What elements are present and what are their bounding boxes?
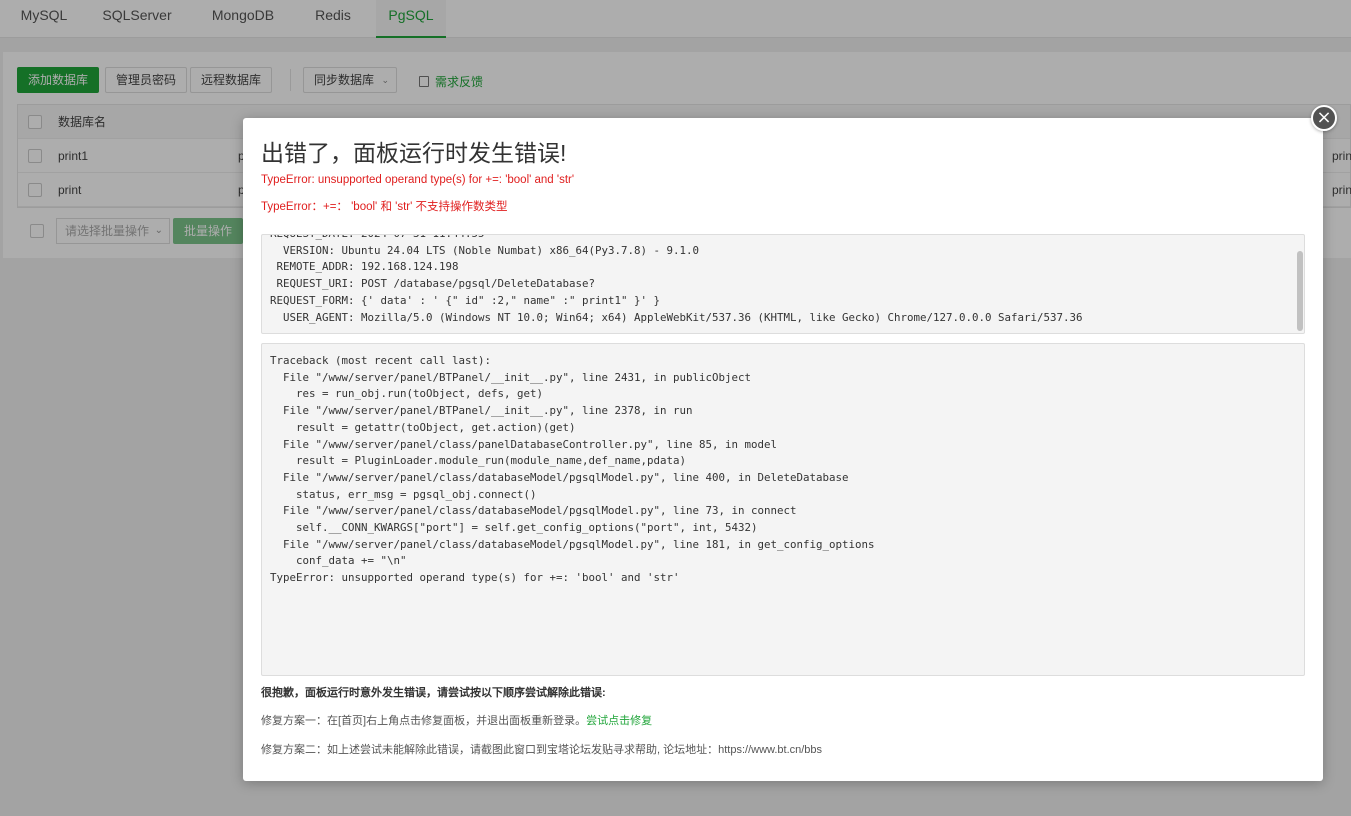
traceback-line: result = getattr(toObject, get.action)(g… xyxy=(270,420,576,434)
traceback-line: res = run_obj.run(toObject, defs, get) xyxy=(270,387,544,401)
error-message-en: TypeError: unsupported operand type(s) f… xyxy=(261,174,575,186)
error-dialog: 出错了，面板运行时发生错误! TypeError: unsupported op… xyxy=(243,118,1323,781)
traceback-line: self.__CONN_KWARGS["port"] = self.get_co… xyxy=(270,521,758,535)
traceback-box[interactable]: Traceback (most recent call last): File … xyxy=(261,343,1305,676)
traceback-line: Traceback (most recent call last): xyxy=(270,354,492,367)
close-icon[interactable]: × xyxy=(1311,105,1337,131)
traceback-line: result = PluginLoader.module_run(module_… xyxy=(270,454,687,468)
traceback-line: File "/www/server/panel/class/panelDatab… xyxy=(270,437,778,451)
fix-option-one: 修复方案一：在[首页]右上角点击修复面板，并退出面板重新登录。尝试点击修复 xyxy=(261,712,652,728)
request-info-line: USER_AGENT: Mozilla/5.0 (Windows NT 10.0… xyxy=(270,310,1083,324)
request-info-line: REQUEST_URI: POST /database/pgsql/Delete… xyxy=(270,277,596,291)
traceback-line: File "/www/server/panel/BTPanel/__init__… xyxy=(270,404,693,418)
request-info-text: REQUEST_DATE: 2024-07-31 11:44:55 VERSIO… xyxy=(270,235,1083,326)
traceback-line: File "/www/server/panel/class/databaseMo… xyxy=(270,504,797,518)
repair-link[interactable]: 尝试点击修复 xyxy=(586,715,652,727)
traceback-line: status, err_msg = pgsql_obj.connect() xyxy=(270,487,537,501)
request-info-box[interactable]: REQUEST_DATE: 2024-07-31 11:44:55 VERSIO… xyxy=(261,234,1305,334)
request-info-line: REQUEST_DATE: 2024-07-31 11:44:55 xyxy=(270,235,1083,243)
scrollbar-thumb[interactable] xyxy=(1297,251,1303,331)
traceback-line: TypeError: unsupported operand type(s) f… xyxy=(270,571,680,585)
traceback-line: File "/www/server/panel/class/databaseMo… xyxy=(270,537,875,551)
traceback-line: File "/www/server/panel/BTPanel/__init__… xyxy=(270,370,752,384)
error-message-cn: TypeError：+=： 'bool' 和 'str' 不支持操作数类型 xyxy=(261,201,508,213)
help-heading: 很抱歉，面板运行时意外发生错误，请尝试按以下顺序尝试解除此错误: xyxy=(261,687,606,699)
dialog-title: 出错了，面板运行时发生错误! xyxy=(261,140,567,166)
traceback-line: File "/www/server/panel/class/databaseMo… xyxy=(270,470,849,484)
request-info-line: VERSION: Ubuntu 24.04 LTS (Noble Numbat)… xyxy=(270,243,700,257)
request-info-line: REQUEST_FORM: {' data' : ' {" id" :2," n… xyxy=(270,293,661,307)
fix-option-one-text: 修复方案一：在[首页]右上角点击修复面板，并退出面板重新登录。 xyxy=(261,715,587,727)
request-info-line: REMOTE_ADDR: 192.168.124.198 xyxy=(270,260,459,274)
traceback-line: conf_data += "\n" xyxy=(270,554,407,568)
fix-option-two: 修复方案二：如上述尝试未能解除此错误，请截图此窗口到宝塔论坛发贴寻求帮助, 论坛… xyxy=(261,744,823,756)
